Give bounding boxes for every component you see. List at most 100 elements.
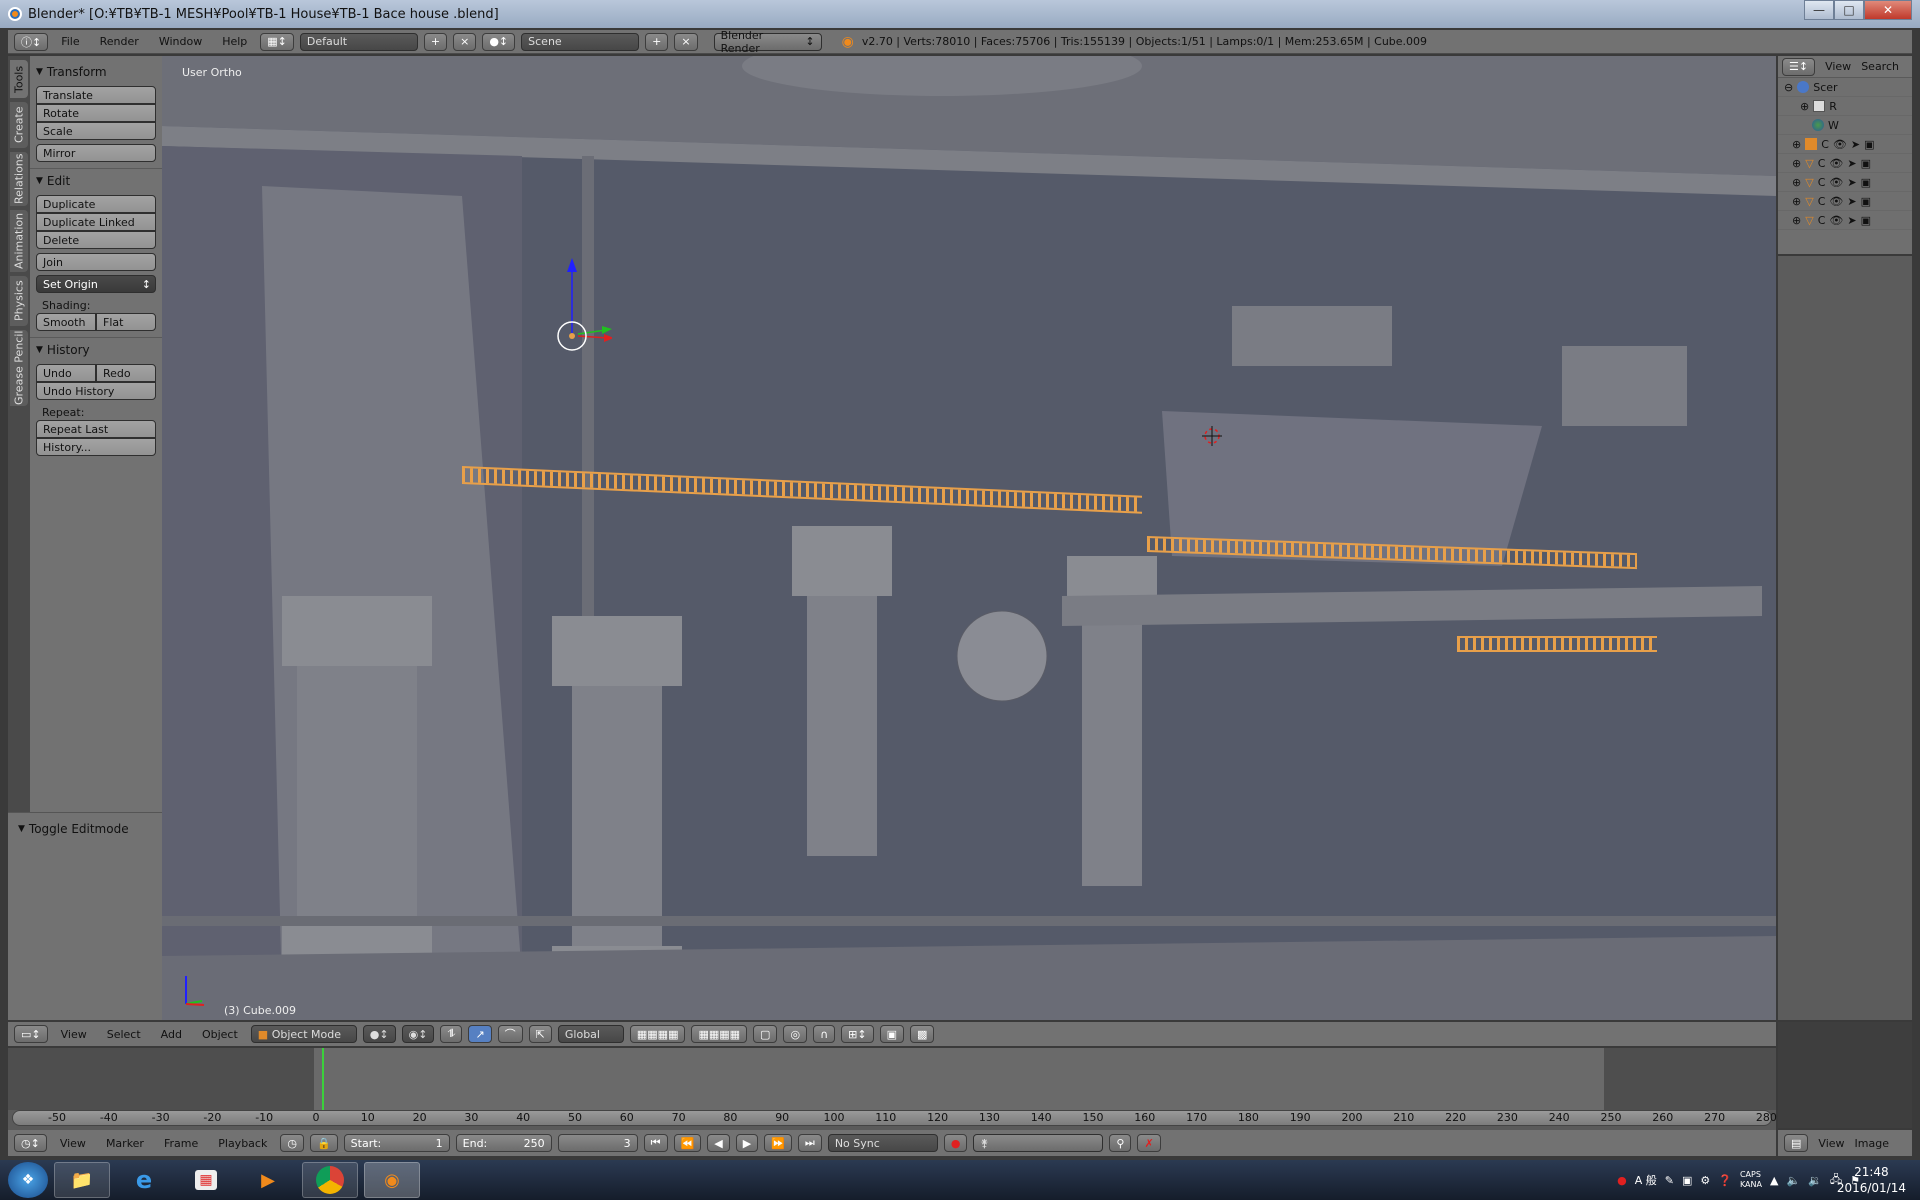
- history-button[interactable]: History...: [36, 438, 156, 456]
- jump-keyframe-forward-button[interactable]: ⏩: [764, 1134, 792, 1152]
- expand-icon[interactable]: ⊕: [1792, 214, 1801, 227]
- selectable-arrow-icon[interactable]: ➤: [1847, 195, 1856, 208]
- menu-help[interactable]: Help: [215, 35, 254, 48]
- viewport-shading-dropdown[interactable]: ●↕: [362, 1025, 396, 1043]
- expand-icon[interactable]: ⊕: [1792, 195, 1801, 208]
- jump-keyframe-back-button[interactable]: ⏪: [673, 1134, 702, 1152]
- outliner-row-world[interactable]: W: [1778, 116, 1912, 135]
- current-frame-cursor[interactable]: [322, 1048, 324, 1110]
- proportional-edit-button[interactable]: ◎: [783, 1025, 808, 1043]
- expand-icon[interactable]: ⊕: [1792, 138, 1801, 151]
- render-engine-dropdown[interactable]: Blender Render ↕: [713, 29, 822, 55]
- timeline-ruler[interactable]: -50 -40 -30 -20 -10 0 10 20 30 40 50 60 70 80 90 100 110…: [12, 1110, 1777, 1126]
- taskbar-app-grid[interactable]: ▦: [178, 1162, 234, 1198]
- rotate-manipulator-button[interactable]: ⌒: [497, 1025, 523, 1043]
- keying-set-field[interactable]: ⚵: [973, 1134, 1104, 1152]
- toggle-editmode-header[interactable]: ▼ Toggle Editmode: [18, 819, 152, 839]
- mirror-button[interactable]: Mirror: [36, 144, 156, 162]
- image-editor-type-button[interactable]: ▤: [1784, 1134, 1809, 1152]
- translate-manipulator-button[interactable]: ↗: [468, 1025, 492, 1043]
- collapse-icon[interactable]: ⊖: [1784, 81, 1793, 94]
- repeat-last-button[interactable]: Repeat Last: [36, 420, 156, 438]
- ime-indicator[interactable]: A 般: [1635, 1172, 1657, 1188]
- outliner-row-mesh[interactable]: ⊕ ▽ C 👁 ➤ ▣: [1778, 211, 1912, 230]
- delete-scene-button[interactable]: ×: [674, 32, 698, 51]
- speaker-icon[interactable]: 🔉: [1808, 1174, 1822, 1187]
- tab-relations[interactable]: Relations: [10, 152, 28, 206]
- renderable-camera-icon[interactable]: ▣: [1861, 176, 1871, 189]
- flat-button[interactable]: Flat: [96, 313, 156, 331]
- undo-button[interactable]: Undo: [36, 364, 96, 382]
- selectable-arrow-icon[interactable]: ➤: [1847, 214, 1856, 227]
- transform-panel-header[interactable]: ▼ Transform: [36, 62, 156, 82]
- delete-button[interactable]: Delete: [36, 231, 156, 249]
- delete-screen-button[interactable]: ×: [453, 32, 477, 51]
- layers-group-1[interactable]: ▦▦▦▦: [629, 1025, 686, 1043]
- scale-manipulator-button[interactable]: ⇱: [528, 1025, 552, 1043]
- outliner-row-mesh[interactable]: ⊕ ▽ C 👁 ➤ ▣: [1778, 154, 1912, 173]
- render-animation-button[interactable]: ▩: [909, 1025, 935, 1043]
- play-reverse-button[interactable]: ◀: [707, 1134, 730, 1152]
- manipulator-toggle[interactable]: ⥮: [440, 1025, 463, 1043]
- screen-layout-field[interactable]: Default: [299, 32, 418, 51]
- outliner-row-mesh[interactable]: ⊕ ▽ C 👁 ➤ ▣: [1778, 192, 1912, 211]
- taskbar-internet-explorer[interactable]: e: [116, 1162, 172, 1198]
- notification-icon[interactable]: ●: [1617, 1174, 1627, 1187]
- mode-dropdown[interactable]: ■ Object Mode: [250, 1025, 357, 1043]
- selectable-arrow-icon[interactable]: ➤: [1851, 138, 1860, 151]
- scene-field[interactable]: Scene: [521, 32, 640, 51]
- screen-layout-icon[interactable]: ▦↕: [260, 32, 294, 51]
- menu-object[interactable]: Object: [195, 1028, 245, 1041]
- renderable-camera-icon[interactable]: ▣: [1861, 195, 1871, 208]
- outliner-row-scene[interactable]: ⊖ Scer: [1778, 78, 1912, 97]
- jump-end-button[interactable]: ⏭: [797, 1134, 822, 1152]
- 3d-view-editor-type-button[interactable]: ▭↕: [14, 1025, 48, 1043]
- visibility-eye-icon[interactable]: 👁: [1829, 195, 1843, 208]
- tab-grease-pencil[interactable]: Grease Pencil: [10, 330, 28, 406]
- menu-view[interactable]: View: [54, 1028, 94, 1041]
- outliner-row-render-layers[interactable]: ⊕ R: [1778, 97, 1912, 116]
- preview-range-button[interactable]: ◷: [280, 1134, 304, 1152]
- duplicate-linked-button[interactable]: Duplicate Linked: [36, 213, 156, 231]
- scale-button[interactable]: Scale: [36, 122, 156, 140]
- minimize-button[interactable]: —: [1804, 0, 1834, 20]
- rotate-button[interactable]: Rotate: [36, 104, 156, 122]
- maximize-button[interactable]: □: [1834, 0, 1864, 20]
- outliner-menu-view[interactable]: View: [1825, 60, 1851, 73]
- visibility-eye-icon[interactable]: 👁: [1833, 138, 1847, 151]
- add-screen-button[interactable]: +: [423, 32, 448, 51]
- visibility-eye-icon[interactable]: 👁: [1829, 157, 1843, 170]
- end-frame-field[interactable]: End: 250: [455, 1134, 552, 1152]
- renderable-camera-icon[interactable]: ▣: [1861, 214, 1871, 227]
- expand-icon[interactable]: ⊕: [1792, 157, 1801, 170]
- record-button[interactable]: ●: [943, 1134, 968, 1152]
- tab-tools[interactable]: Tools: [10, 60, 28, 98]
- smooth-button[interactable]: Smooth: [36, 313, 96, 331]
- toolbox-icon[interactable]: ▣: [1682, 1174, 1692, 1187]
- outliner-row-camera[interactable]: ⊕ C 👁 ➤ ▣: [1778, 135, 1912, 154]
- scene-icon[interactable]: ●↕: [482, 32, 516, 51]
- selected-railing-3[interactable]: [1457, 636, 1657, 652]
- start-frame-field[interactable]: Start: 1: [343, 1134, 450, 1152]
- undo-history-button[interactable]: Undo History: [36, 382, 156, 400]
- 3d-viewport[interactable]: User Ortho (3) Cube.009: [162, 56, 1776, 1020]
- timeline[interactable]: -50 -40 -30 -20 -10 0 10 20 30 40 50 60 70 80 90 100 110…: [8, 1048, 1777, 1130]
- join-button[interactable]: Join: [36, 253, 156, 271]
- insert-keyframe-button[interactable]: ⚲: [1109, 1134, 1132, 1152]
- tab-physics[interactable]: Physics: [10, 276, 28, 326]
- info-editor-type-button[interactable]: ⓘ↕: [14, 32, 49, 51]
- expand-icon[interactable]: ⊕: [1800, 100, 1809, 113]
- taskbar-chrome[interactable]: [302, 1162, 358, 1198]
- menu-add[interactable]: Add: [154, 1028, 189, 1041]
- outliner-row-mesh[interactable]: ⊕ ▽ C 👁 ➤ ▣: [1778, 173, 1912, 192]
- snap-element-dropdown[interactable]: ⊞↕: [841, 1025, 874, 1043]
- translate-button[interactable]: Translate: [36, 86, 156, 104]
- pivot-point-dropdown[interactable]: ◉↕: [401, 1025, 435, 1043]
- menu-marker[interactable]: Marker: [99, 1137, 151, 1150]
- delete-keyframe-button[interactable]: ✗: [1137, 1134, 1161, 1152]
- outliner-editor-type-button[interactable]: ☰↕: [1782, 57, 1816, 76]
- jump-start-button[interactable]: ⏮: [643, 1134, 668, 1152]
- history-panel-header[interactable]: ▼ History: [36, 340, 156, 360]
- menu-file[interactable]: File: [54, 35, 86, 48]
- layers-group-2[interactable]: ▦▦▦▦: [691, 1025, 748, 1043]
